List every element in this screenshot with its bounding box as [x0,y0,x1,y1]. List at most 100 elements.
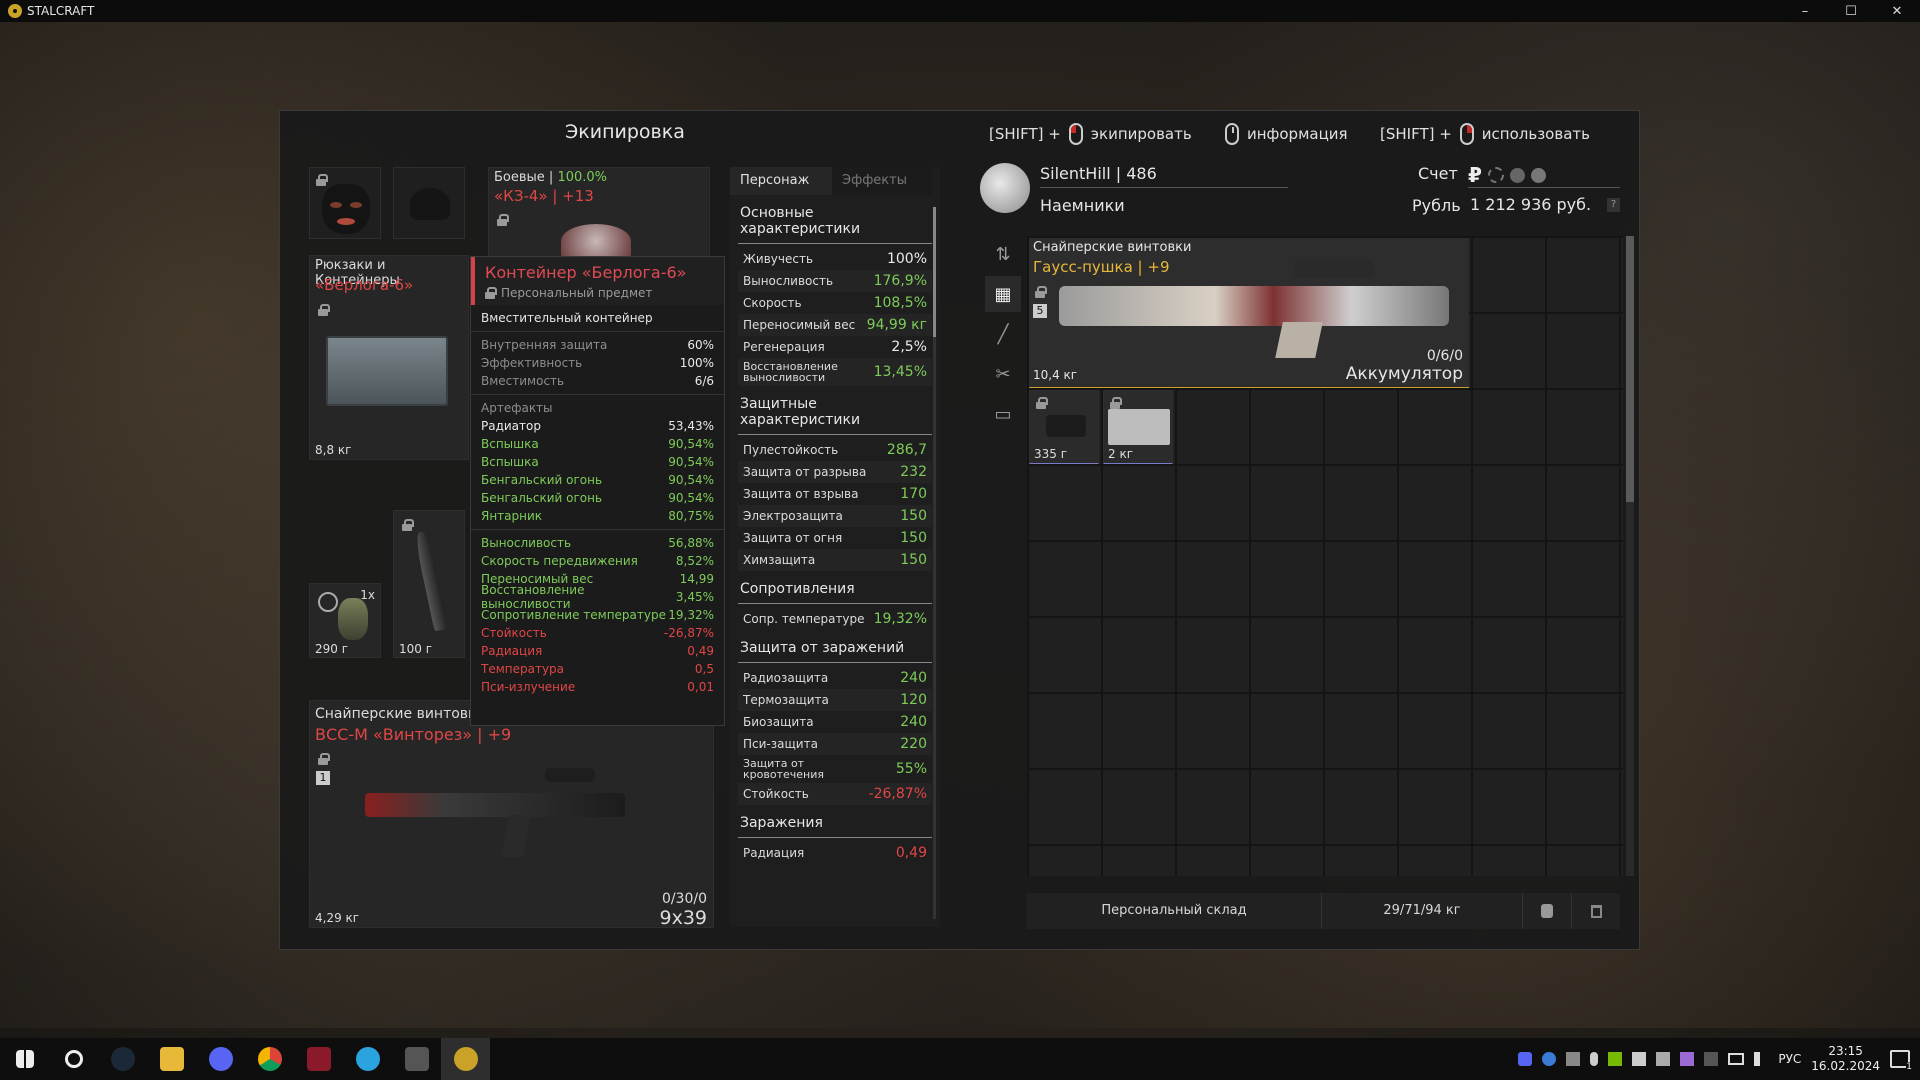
stat-value: 150 [900,530,927,546]
network-tray-icon[interactable] [1542,1052,1557,1066]
helmet-slot[interactable] [393,167,465,239]
armor-category-text: Боевые [494,170,545,185]
lock-icon [1036,397,1048,409]
mouse-left-icon [1068,123,1083,145]
discord-icon [208,1047,233,1071]
stalcraft-taskbar-button[interactable] [441,1038,490,1080]
maximize-button[interactable]: ☐ [1828,0,1874,22]
grid-view-icon[interactable]: ▦ [985,276,1021,312]
stat-value: 0,49 [895,845,927,861]
gear-icon[interactable] [1487,167,1504,183]
token-icon[interactable] [1530,167,1546,183]
item-weight: 2 кг [1108,447,1134,461]
display-icon[interactable] [1728,1053,1745,1065]
tooltip-description: Вместительный контейнер [471,305,724,332]
prop-key: Внутренняя защита [481,338,608,352]
clock[interactable]: 23:15 16.02.2024 [1811,1044,1880,1074]
chrome-button[interactable] [245,1038,294,1080]
tray-app-icon-4[interactable] [1680,1052,1695,1066]
stat-key: Термозащита [743,693,829,707]
stat-key: Защита от огня [743,531,843,545]
stat-value: 55% [895,761,927,777]
personal-storage-button[interactable]: Персональный склад [1027,893,1322,929]
weapon-filter-icon[interactable]: ╱ [985,316,1021,352]
stat-key: Вспышка [481,437,539,451]
armor-slot[interactable]: Боевые | 100.0% «КЗ-4» | +13 [488,167,710,258]
lock-icon [316,174,328,186]
discord-button[interactable] [196,1038,245,1080]
telegram-button[interactable] [343,1038,392,1080]
inventory-sidebar: ⇅ ▦ ╱ ✂ ▭ [985,236,1023,436]
stats-scroll-thumb[interactable] [933,207,936,337]
tray-app-icon[interactable] [1566,1052,1581,1066]
balance-help-button[interactable]: ? [1607,198,1620,212]
armor-name: «КЗ-4» | +13 [494,187,594,205]
stats-section-rows: Живучесть 100% Выносливость 176,9% Скорость 1… [730,248,940,386]
close-button[interactable]: ✕ [1874,0,1920,22]
weapon-slot[interactable]: Снайперские винтовки | ВСС-М «Винторез» … [309,700,714,929]
weight-icon [1541,904,1553,918]
inventory-item-gauss[interactable]: Снайперские винтовки Гаусс-пушка | +9 5 … [1029,238,1469,388]
tray-app-icon-3[interactable] [1656,1052,1671,1066]
nvidia-icon[interactable] [1608,1052,1623,1066]
storage-filter-icon[interactable]: ▭ [985,396,1021,432]
mouse-right-icon [1459,123,1474,145]
stat-value: 240 [900,670,927,686]
inventory-scroll-thumb[interactable] [1626,236,1634,502]
stat-key: Янтарник [481,509,543,523]
search-icon [64,1050,83,1068]
folder-icon [159,1047,184,1071]
inventory-item-small-1[interactable]: 335 г [1029,390,1099,464]
sort-icon[interactable]: ⇅ [985,236,1021,272]
volume-icon[interactable] [1754,1052,1768,1066]
inventory-scrollbar[interactable] [1626,236,1634,876]
mouse-middle-icon [1225,123,1239,145]
tooltip-stat-row: Восстановление выносливости 3,45% [471,583,724,611]
stat-key: Защита от разрыва [743,465,867,479]
steam-button[interactable] [98,1038,147,1080]
grenade-slot[interactable]: 1x 290 г [309,583,381,658]
item-tooltip: Контейнер «Берлога-6» Персональный предм… [470,256,725,726]
currency-label: Рубль [1412,196,1461,215]
tray-app-icon-2[interactable] [1632,1052,1647,1066]
discord-tray-icon[interactable] [1518,1052,1533,1066]
search-button[interactable] [49,1038,98,1080]
game-launcher-button[interactable] [392,1038,441,1080]
stat-key: Электрозащита [743,509,843,523]
stats-section-rows: Пулестойкость 286,7 Защита от разрыва 232 За… [730,439,940,571]
ruble-icon[interactable]: ₽ [1468,163,1482,187]
language-indicator[interactable]: РУС [1778,1052,1801,1066]
tools-filter-icon[interactable]: ✂ [985,356,1021,392]
backpack-slot[interactable]: Рюкзаки и Контейнеры «Берлога-6» 8,8 кг [309,255,469,460]
tray-app-icon-5[interactable] [1704,1052,1719,1066]
inventory-item-small-2[interactable]: 2 кг [1103,390,1173,464]
coin-icon[interactable] [1509,167,1525,183]
minimize-button[interactable]: – [1782,0,1828,22]
stat-value: 90,54% [668,455,714,469]
trash-button[interactable] [1571,893,1620,929]
inventory-capacity: 29/71/94 кг [1383,903,1461,918]
face-slot[interactable] [309,167,381,239]
stat-row: Защита от огня 150 [738,527,932,549]
weight-button[interactable] [1522,893,1571,929]
app-button[interactable] [294,1038,343,1080]
stat-key: Живучесть [743,252,814,266]
tab-character[interactable]: Персонаж [730,167,832,195]
tooltip-stat-row: Вспышка 90,54% [471,453,724,471]
stat-value: 0,5 [694,662,714,676]
explorer-button[interactable] [147,1038,196,1080]
stats-section-title: Основные характеристики [738,195,932,244]
notifications-button[interactable]: 1 [1890,1050,1912,1072]
stat-key: Защита от взрыва [743,487,859,501]
knife-slot[interactable]: 100 г [393,510,465,658]
stat-value: 0,49 [687,644,714,658]
stats-section-title: Заражения [738,805,932,838]
start-button[interactable] [0,1038,49,1080]
tab-effects[interactable]: Эффекты [832,167,932,195]
weapon-category: Снайперские винтовки | [315,706,495,722]
windows-icon [15,1050,34,1068]
stat-value: 150 [900,552,927,568]
microphone-icon[interactable] [1590,1052,1599,1066]
attachment-image [1046,415,1086,437]
stat-row: Пулестойкость 286,7 [738,439,932,461]
